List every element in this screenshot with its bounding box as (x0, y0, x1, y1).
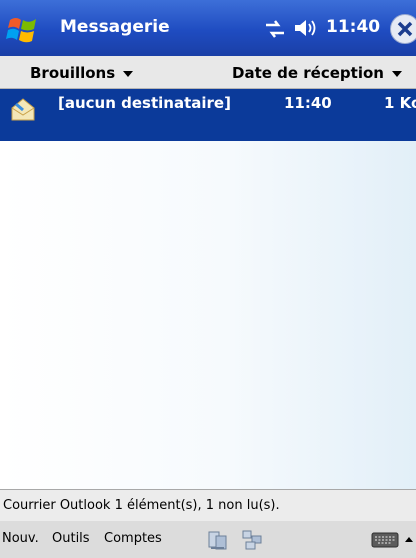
message-list[interactable]: [aucun destinataire] 11:40 1 Ko (0, 89, 416, 489)
close-button[interactable] (390, 14, 416, 44)
message-recipient: [aucun destinataire] (58, 94, 231, 112)
status-bar: Courrier Outlook 1 élément(s), 1 non lu(… (0, 489, 416, 522)
sort-dropdown[interactable]: Date de réception (232, 64, 402, 82)
send-receive-icon[interactable] (206, 528, 230, 552)
menu-bar: Nouv. Outils Comptes (0, 521, 416, 558)
folder-dropdown[interactable]: Brouillons (30, 64, 134, 82)
close-icon (397, 21, 413, 37)
windows-start-logo[interactable] (6, 12, 40, 46)
chevron-down-icon (391, 70, 402, 77)
app-title: Messagerie (60, 17, 170, 37)
sort-label: Date de réception (232, 64, 384, 82)
status-text: Courrier Outlook 1 élément(s), 1 non lu(… (3, 498, 280, 513)
menu-new[interactable]: Nouv. (2, 531, 39, 546)
keyboard-icon[interactable] (371, 531, 399, 549)
title-bar: Messagerie 11:40 (0, 0, 416, 56)
draft-envelope-icon (11, 98, 35, 121)
speaker-icon[interactable] (292, 17, 318, 39)
folder-label: Brouillons (30, 64, 116, 82)
chevron-down-icon (123, 70, 134, 77)
folders-icon[interactable] (240, 528, 264, 552)
clock[interactable]: 11:40 (326, 17, 380, 37)
menu-tools[interactable]: Outils (52, 531, 90, 546)
message-size: 1 Ko (384, 94, 416, 112)
message-time: 11:40 (284, 94, 332, 112)
menu-accounts[interactable]: Comptes (104, 531, 162, 546)
input-panel-arrow-icon[interactable] (404, 534, 414, 546)
connectivity-icon[interactable] (264, 19, 286, 39)
message-row[interactable]: [aucun destinataire] 11:40 1 Ko (0, 89, 416, 141)
list-header: Brouillons Date de réception (0, 56, 416, 89)
